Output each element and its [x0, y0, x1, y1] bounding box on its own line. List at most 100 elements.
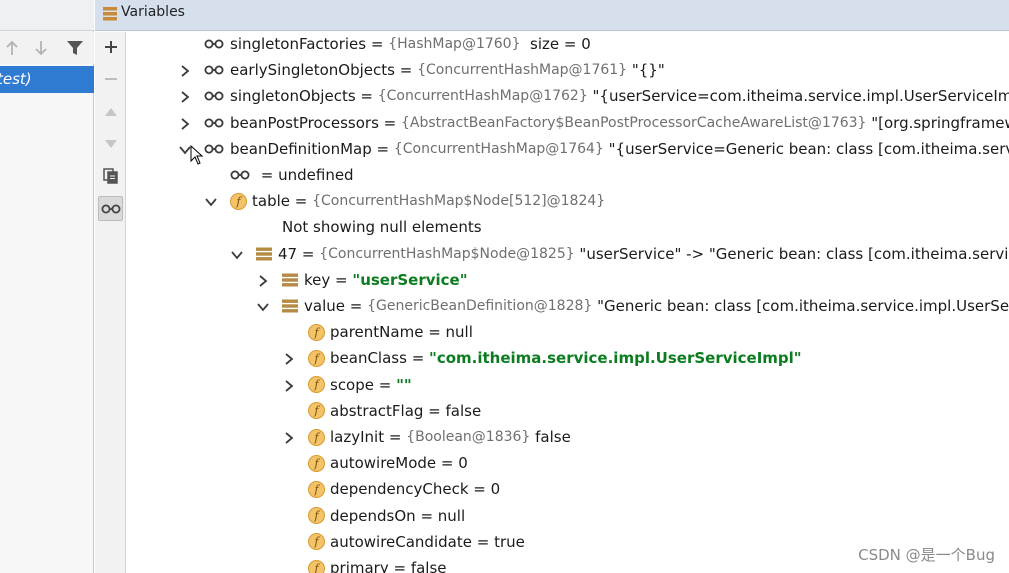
tree-row[interactable]: beanPostProcessors = {AbstractBeanFactor… — [127, 111, 1009, 137]
variable-value: size = 0 — [525, 35, 591, 53]
variable-type: {ConcurrentHashMap@1764} — [393, 140, 604, 157]
glasses-icon[interactable] — [98, 196, 123, 221]
chevron-right-icon[interactable] — [281, 378, 297, 394]
variable-value: "{userService=Generic bean: class [com.i… — [608, 139, 1009, 158]
tree-row[interactable]: key = "userService" — [127, 268, 1009, 294]
equals-sign: = — [366, 35, 389, 53]
field-icon: f — [308, 507, 325, 525]
variable-value: false — [535, 428, 571, 446]
copy-icon[interactable] — [98, 163, 123, 188]
variable-value: 0 — [490, 480, 501, 499]
frames-header — [0, 0, 94, 31]
variable-value: "userService" -> "Generic bean: class [c… — [579, 244, 1009, 263]
variables-title: Variables — [121, 4, 185, 20]
variable-name: autowireCandidate — [330, 532, 472, 551]
tree-row[interactable]: f parentName = null — [127, 320, 1009, 346]
glasses-icon — [204, 61, 226, 79]
chevron-right-icon[interactable] — [177, 116, 193, 132]
tree-row[interactable]: singletonObjects = {ConcurrentHashMap@17… — [127, 84, 1009, 110]
map-entry-icon — [256, 245, 274, 263]
variable-type: {AbstractBeanFactory$BeanPostProcessorCa… — [401, 114, 867, 131]
chevron-right-icon[interactable] — [281, 430, 297, 446]
tree-row[interactable]: f scope = "" — [127, 373, 1009, 399]
tree-row[interactable]: f table = {ConcurrentHashMap$Node[512]@18… — [127, 189, 1009, 215]
variable-value: false — [410, 559, 447, 573]
triangle-up-icon[interactable] — [98, 99, 123, 124]
tree-row[interactable]: 47 = {ConcurrentHashMap$Node@1825} "user… — [127, 242, 1009, 268]
selected-frame[interactable]: test) — [0, 66, 94, 93]
variable-value: true — [494, 532, 525, 551]
tree-row-content: Not showing null elements — [282, 218, 482, 236]
tree-row[interactable]: f lazyInit = {Boolean@1836} false — [127, 425, 1009, 451]
tree-note: Not showing null elements — [282, 218, 482, 237]
variable-value: "userService" — [352, 270, 468, 289]
tree-row[interactable]: f dependencyCheck = 0 — [127, 477, 1009, 503]
tree-row-content: f abstractFlag = false — [308, 402, 481, 420]
equals-sign: = — [415, 506, 438, 525]
tree-row-content: earlySingletonObjects = {ConcurrentHashM… — [204, 61, 665, 79]
variable-value: 0 — [458, 454, 468, 473]
field-icon: f — [308, 428, 325, 446]
tree-row[interactable]: f autowireMode = 0 — [127, 451, 1009, 477]
tree-row[interactable]: beanDefinitionMap = {ConcurrentHashMap@1… — [127, 137, 1009, 163]
frames-panel: test) — [0, 0, 94, 573]
chevron-right-icon[interactable] — [281, 351, 297, 367]
watermark: CSDN @是一个Bug — [858, 546, 995, 564]
variable-type: {ConcurrentHashMap$Node@1825} — [319, 245, 575, 262]
minus-icon[interactable] — [98, 66, 123, 91]
equals-sign: = — [330, 270, 353, 289]
field-icon: f — [308, 349, 325, 367]
chevron-down-icon[interactable] — [229, 247, 245, 263]
chevron-right-icon[interactable] — [255, 273, 271, 289]
filter-icon[interactable] — [63, 36, 87, 60]
chevron-down-icon[interactable] — [255, 299, 271, 315]
tree-row-content: 47 = {ConcurrentHashMap$Node@1825} "user… — [256, 245, 1009, 263]
equals-sign: = — [256, 166, 279, 184]
tree-row-content: value = {GenericBeanDefinition@1828} "Ge… — [282, 297, 1009, 315]
map-entry-icon — [282, 297, 300, 315]
tree-row[interactable]: f beanClass = "com.itheima.service.impl.U… — [127, 346, 1009, 372]
plus-icon[interactable] — [98, 34, 123, 59]
tree-row-content: beanDefinitionMap = {ConcurrentHashMap@1… — [204, 140, 1009, 158]
chevron-right-icon[interactable] — [177, 63, 193, 79]
tree-row-content: singletonFactories = {HashMap@1760} size… — [204, 35, 591, 53]
equals-sign: = — [290, 192, 313, 211]
variable-type: {ConcurrentHashMap@1762} — [377, 88, 588, 105]
variable-value: null — [437, 506, 466, 525]
variable-name: parentName — [330, 323, 424, 342]
field-icon: f — [230, 192, 247, 210]
tree-row[interactable]: earlySingletonObjects = {ConcurrentHashM… — [127, 58, 1009, 84]
map-entry-icon — [282, 271, 300, 289]
tree-row[interactable]: f dependsOn = null — [127, 504, 1009, 530]
tree-row-content: key = "userService" — [282, 271, 468, 289]
variable-type: {Boolean@1836} — [406, 429, 531, 445]
arrow-up-icon[interactable] — [0, 36, 24, 60]
tree-row[interactable]: value = {GenericBeanDefinition@1828} "Ge… — [127, 294, 1009, 320]
tree-row[interactable]: f abstractFlag = false — [127, 399, 1009, 425]
field-icon: f — [308, 376, 325, 394]
equals-sign: = — [355, 87, 378, 106]
glasses-icon — [204, 114, 226, 132]
tree-row[interactable]: = undefined — [127, 163, 1009, 189]
tree-row-content: singletonObjects = {ConcurrentHashMap@17… — [204, 87, 1009, 105]
tree-row-content: = undefined — [230, 166, 354, 184]
variable-type: {GenericBeanDefinition@1828} — [367, 298, 593, 314]
triangle-down-icon[interactable] — [98, 131, 123, 156]
variable-name: autowireMode — [330, 454, 437, 473]
variable-name: singletonObjects — [230, 87, 356, 106]
arrow-down-icon[interactable] — [29, 36, 53, 60]
variable-name: beanDefinitionMap — [230, 139, 372, 158]
variables-icon — [103, 6, 117, 26]
chevron-down-icon[interactable] — [203, 194, 219, 210]
field-icon: f — [308, 480, 325, 498]
equals-sign: = — [388, 559, 411, 573]
field-icon: f — [308, 323, 325, 341]
tree-row[interactable]: singletonFactories = {HashMap@1760} size… — [127, 32, 1009, 58]
equals-sign: = — [468, 480, 491, 499]
tree-row[interactable]: Not showing null elements — [127, 215, 1009, 241]
tree-row-content: f parentName = null — [308, 323, 473, 341]
chevron-right-icon[interactable] — [177, 89, 193, 105]
field-icon: f — [308, 402, 325, 420]
variable-value: "com.itheima.service.impl.UserServiceImp… — [429, 349, 802, 368]
